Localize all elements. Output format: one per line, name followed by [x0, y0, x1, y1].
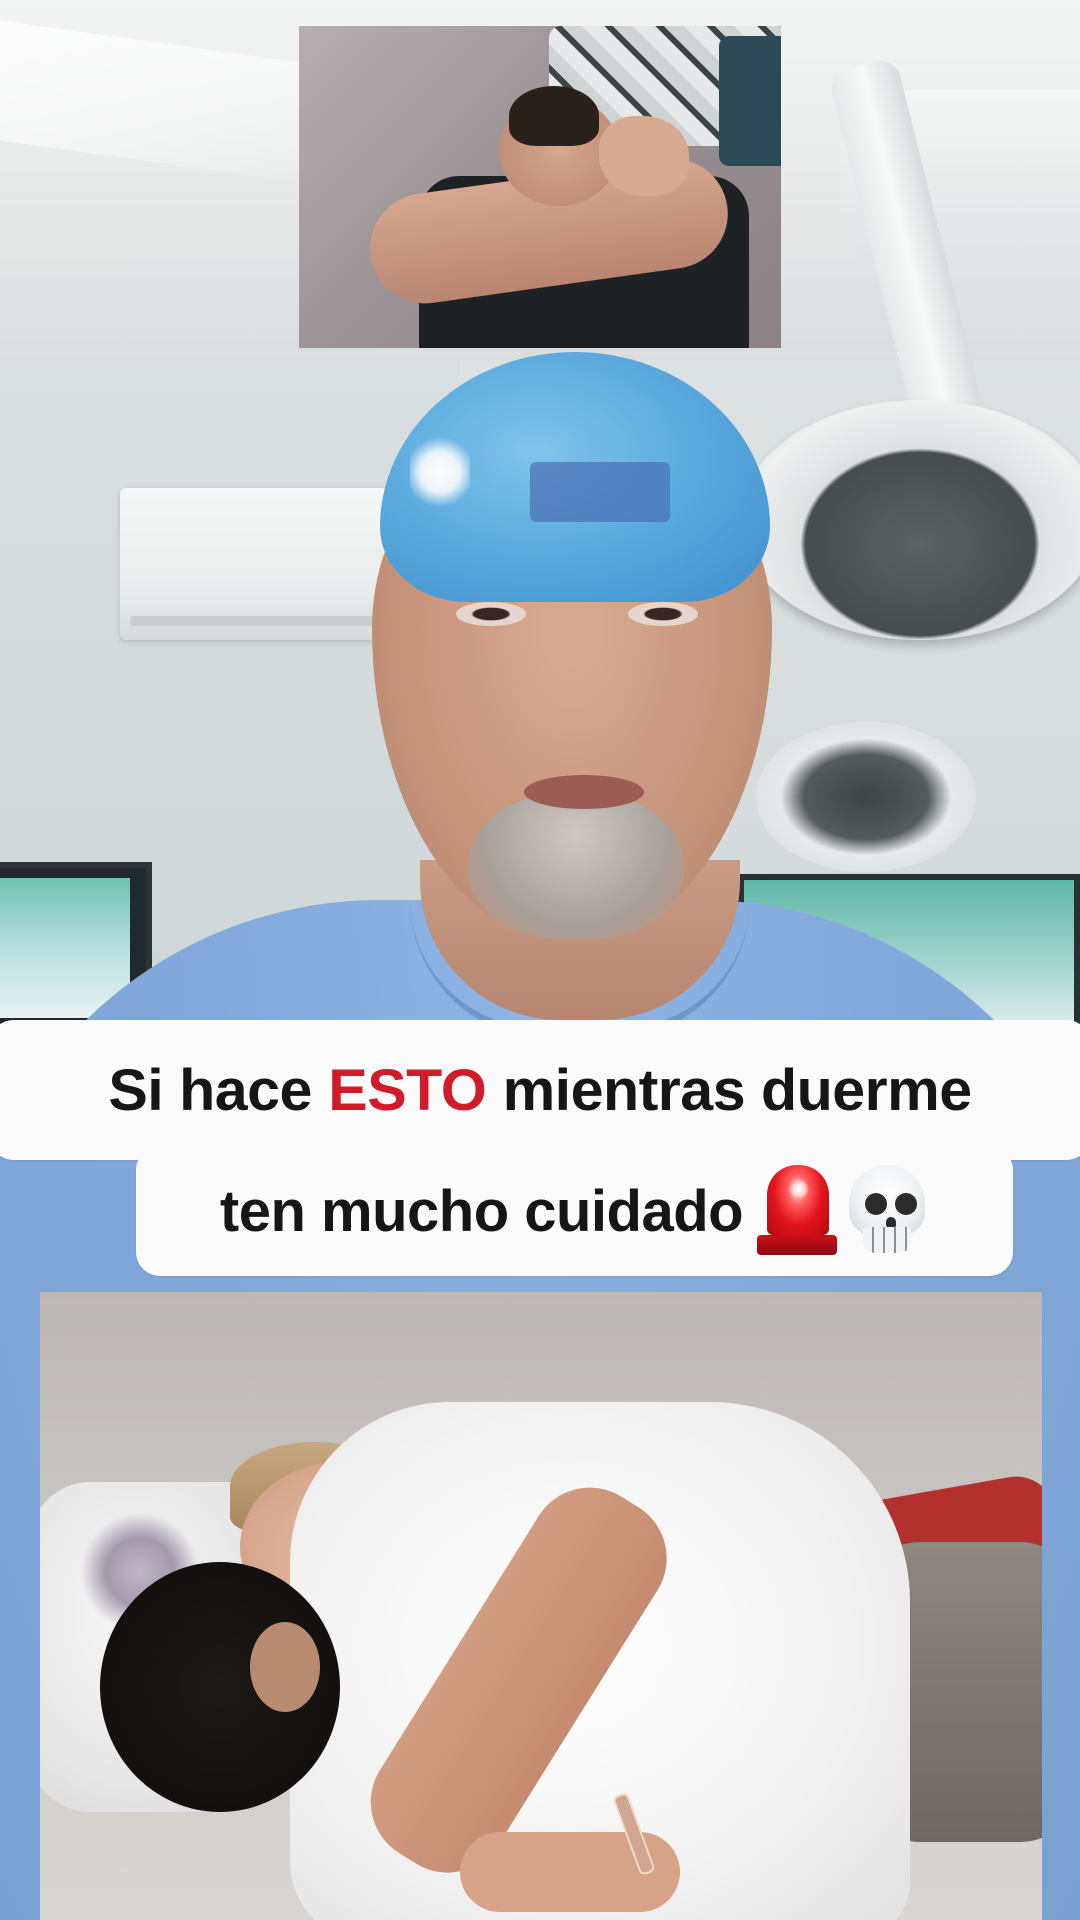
man-ear	[250, 1622, 320, 1712]
dark-pillow	[719, 36, 781, 166]
doctor-left-eye	[456, 602, 526, 626]
man-hand-on-forehead	[599, 116, 689, 196]
caption-line-1: Si hace ESTO mientras duerme	[0, 1020, 1080, 1160]
surgical-lamp	[740, 400, 1080, 640]
doctor-mouth	[524, 775, 644, 809]
video-frame: Si hace ESTO mientras duerme ten mucho c…	[0, 0, 1080, 1920]
caption-line-2: ten mucho cuidado	[136, 1146, 1013, 1276]
doctor-beard	[468, 790, 684, 940]
top-inset-photo	[299, 26, 781, 348]
siren-icon	[757, 1165, 838, 1257]
skull-icon	[845, 1165, 929, 1257]
caption-highlight-word: ESTO	[328, 1057, 487, 1123]
secondary-surgical-lamp	[756, 722, 976, 872]
caption-text-before: Si hace	[108, 1057, 312, 1123]
air-conditioner	[120, 488, 390, 640]
doctor-right-eye	[628, 602, 698, 626]
bottom-inset-photo	[40, 1292, 1042, 1920]
caption-text-after: mientras duerme	[502, 1057, 973, 1123]
caption-text-line2: ten mucho cuidado	[219, 1178, 744, 1244]
man-hair	[509, 86, 599, 146]
